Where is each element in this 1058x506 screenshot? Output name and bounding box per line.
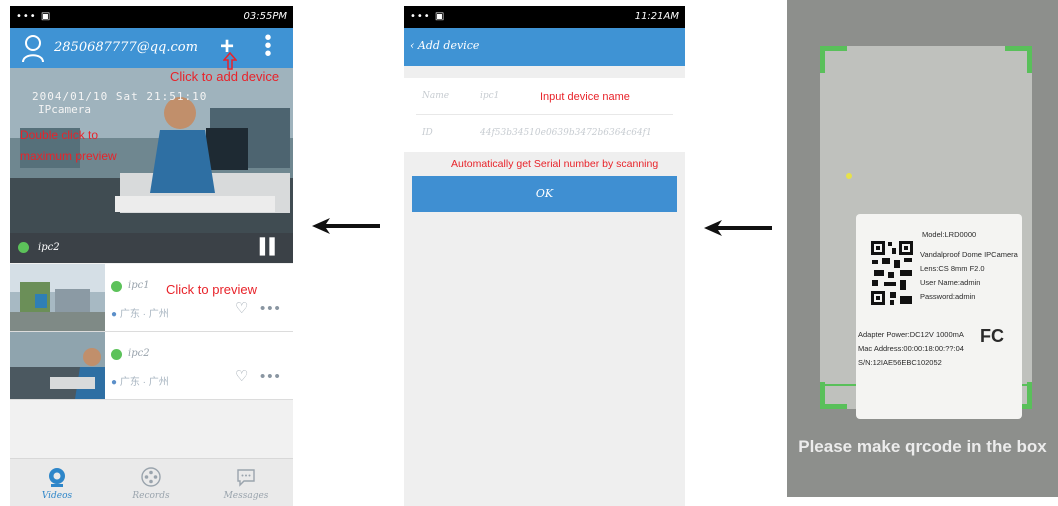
film-reel-icon bbox=[141, 467, 161, 487]
status-left: ••• ▣ bbox=[410, 11, 446, 22]
device-thumbnail bbox=[10, 264, 105, 331]
name-input[interactable]: ipc1 bbox=[480, 91, 499, 101]
more-options-icon[interactable]: ••• bbox=[260, 300, 282, 317]
fc-mark: FC bbox=[980, 326, 1004, 346]
name-label: Name bbox=[422, 91, 450, 101]
tab-label: Records bbox=[132, 491, 170, 501]
device-location-text: 广东 · 广州 bbox=[119, 309, 169, 320]
tab-records[interactable]: Records bbox=[104, 459, 198, 506]
scan-corner bbox=[820, 382, 847, 409]
annotation-click-preview: Click to preview bbox=[166, 282, 258, 297]
label-line: S/N:12IAE56EBC102052 bbox=[858, 358, 942, 367]
tab-label: Videos bbox=[41, 491, 73, 501]
current-device-name: ipc2 bbox=[38, 242, 60, 253]
device-thumbnail bbox=[10, 332, 105, 399]
video-osd-datetime: 2004/01/10 Sat 21:51:10 bbox=[32, 90, 208, 103]
status-time: 11:21AM bbox=[634, 11, 679, 22]
qr-scan-screen: Model:LRD0000 Vandalproof Dome IPCamera … bbox=[787, 0, 1058, 497]
video-osd-camera: IPcamera bbox=[38, 103, 91, 116]
device-name: ipc2 bbox=[128, 348, 150, 359]
user-icon[interactable] bbox=[21, 34, 45, 62]
id-input[interactable]: 44f53b34510e0639b3472b6364c64f1 bbox=[480, 128, 652, 138]
label-line: Mac Address:00:00:18:00:??:04 bbox=[858, 344, 964, 353]
label-line: Model:LRD0000 bbox=[922, 230, 977, 239]
annotation-add-device: Click to add device bbox=[170, 69, 280, 84]
video-control-bar: ipc2 ▌▌ bbox=[10, 233, 293, 263]
add-device-screen: ••• ▣ 11:21AM ‹ Add device Name ipc1 ID … bbox=[404, 6, 685, 506]
scan-instruction: Please make qrcode in the box bbox=[798, 437, 1047, 456]
status-bar: ••• ▣ 03:55PM bbox=[10, 6, 293, 28]
scan-frame: Model:LRD0000 Vandalproof Dome IPCamera … bbox=[820, 46, 1032, 419]
label-line: Password:admin bbox=[920, 292, 976, 301]
more-menu-icon[interactable]: • • • bbox=[263, 28, 273, 64]
ok-button[interactable]: OK bbox=[412, 176, 677, 212]
device-location: ● 广东 · 广州 bbox=[111, 305, 169, 320]
flow-arrow-left-icon bbox=[704, 220, 772, 236]
annotation-input-name: Input device name bbox=[540, 91, 630, 103]
device-name: ipc1 bbox=[128, 280, 150, 291]
status-time: 03:55PM bbox=[243, 11, 287, 22]
tab-videos[interactable]: Videos bbox=[10, 459, 104, 506]
id-label: ID bbox=[422, 128, 433, 138]
label-line: Lens:CS 8mm F2.0 bbox=[920, 264, 985, 273]
annotation-up-arrow-icon bbox=[223, 52, 237, 70]
favorite-heart-icon[interactable]: ♡ bbox=[235, 367, 248, 385]
label-line: User Name:admin bbox=[920, 278, 981, 287]
form-divider bbox=[416, 114, 673, 115]
status-left: ••• ▣ bbox=[16, 11, 52, 22]
tab-label: Messages bbox=[223, 491, 269, 501]
account-email: 2850687777@qq.com bbox=[54, 40, 198, 55]
online-status-dot bbox=[111, 349, 122, 360]
online-status-dot bbox=[111, 281, 122, 292]
pause-button[interactable]: ▌▌ bbox=[260, 238, 280, 255]
message-bubble-icon bbox=[237, 469, 255, 487]
more-options-icon[interactable]: ••• bbox=[260, 368, 282, 385]
flow-arrow-left-icon bbox=[312, 218, 380, 234]
device-location: ● 广东 · 广州 bbox=[111, 373, 169, 388]
device-location-text: 广东 · 广州 bbox=[119, 377, 169, 388]
camera-icon bbox=[49, 468, 65, 487]
label-line: Vandalproof Dome IPCamera bbox=[920, 250, 1018, 259]
location-pin-icon: ● bbox=[111, 309, 118, 320]
online-status-dot bbox=[18, 242, 29, 253]
scan-corner bbox=[820, 46, 847, 73]
label-line: Adapter Power:DC12V 1000mA bbox=[858, 330, 964, 339]
favorite-heart-icon[interactable]: ♡ bbox=[235, 299, 248, 317]
annotation-auto-serial: Automatically get Serial number by scann… bbox=[451, 158, 659, 170]
tab-messages[interactable]: Messages bbox=[199, 459, 293, 506]
app-header: ‹ Add device bbox=[404, 28, 685, 66]
annotation-maximum-preview: maximum preview bbox=[20, 149, 117, 163]
device-list-item[interactable]: ipc1 ● 广东 · 广州 ♡ ••• bbox=[10, 264, 293, 332]
bottom-tab-bar: Videos Records Messages bbox=[10, 458, 293, 506]
device-label-sticker: Model:LRD0000 Vandalproof Dome IPCamera … bbox=[856, 214, 1022, 419]
status-bar: ••• ▣ 11:21AM bbox=[404, 6, 685, 28]
scan-corner bbox=[1005, 46, 1032, 73]
focus-dot bbox=[846, 173, 852, 179]
back-button[interactable]: ‹ Add device bbox=[410, 39, 479, 52]
app-header: 2850687777@qq.com + • • • bbox=[10, 28, 293, 68]
annotation-double-click: Double click to bbox=[20, 128, 99, 142]
device-list-item[interactable]: ipc2 ● 广东 · 广州 ♡ ••• bbox=[10, 332, 293, 400]
qrcode-icon bbox=[870, 240, 914, 306]
add-device-form: Name ipc1 ID 44f53b34510e0639b3472b6364c… bbox=[404, 78, 685, 152]
location-pin-icon: ● bbox=[111, 377, 118, 388]
